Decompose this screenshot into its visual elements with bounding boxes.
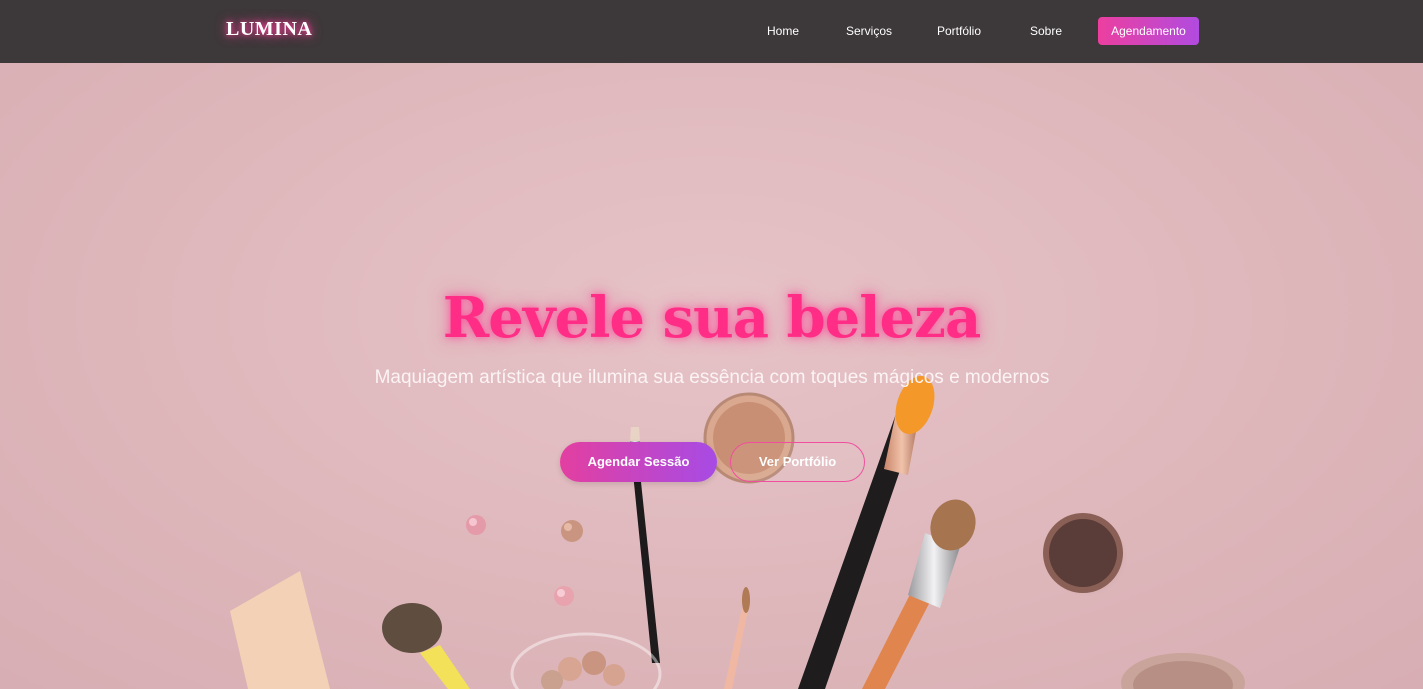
nav-booking-button[interactable]: Agendamento <box>1098 17 1199 45</box>
nav-menu: Home Serviços Portfólio Sobre Agendament… <box>0 0 1423 63</box>
hero-title: Revele sua beleza <box>442 285 982 351</box>
nav-link-portfolio[interactable]: Portfólio <box>937 24 981 38</box>
schedule-session-button[interactable]: Agendar Sessão <box>560 442 717 482</box>
hero-subtitle: Maquiagem artística que ilumina sua essê… <box>374 367 1050 388</box>
hero-section: Revele sua beleza Maquiagem artística qu… <box>0 63 1423 689</box>
nav-link-home[interactable]: Home <box>767 24 799 38</box>
nav-link-servicos[interactable]: Serviços <box>846 24 892 38</box>
navbar: LUMINA Home Serviços Portfólio Sobre Age… <box>0 0 1423 63</box>
view-portfolio-button[interactable]: Ver Portfólio <box>730 442 865 482</box>
hero-content: Revele sua beleza Maquiagem artística qu… <box>0 63 1423 689</box>
nav-link-sobre[interactable]: Sobre <box>1030 24 1062 38</box>
